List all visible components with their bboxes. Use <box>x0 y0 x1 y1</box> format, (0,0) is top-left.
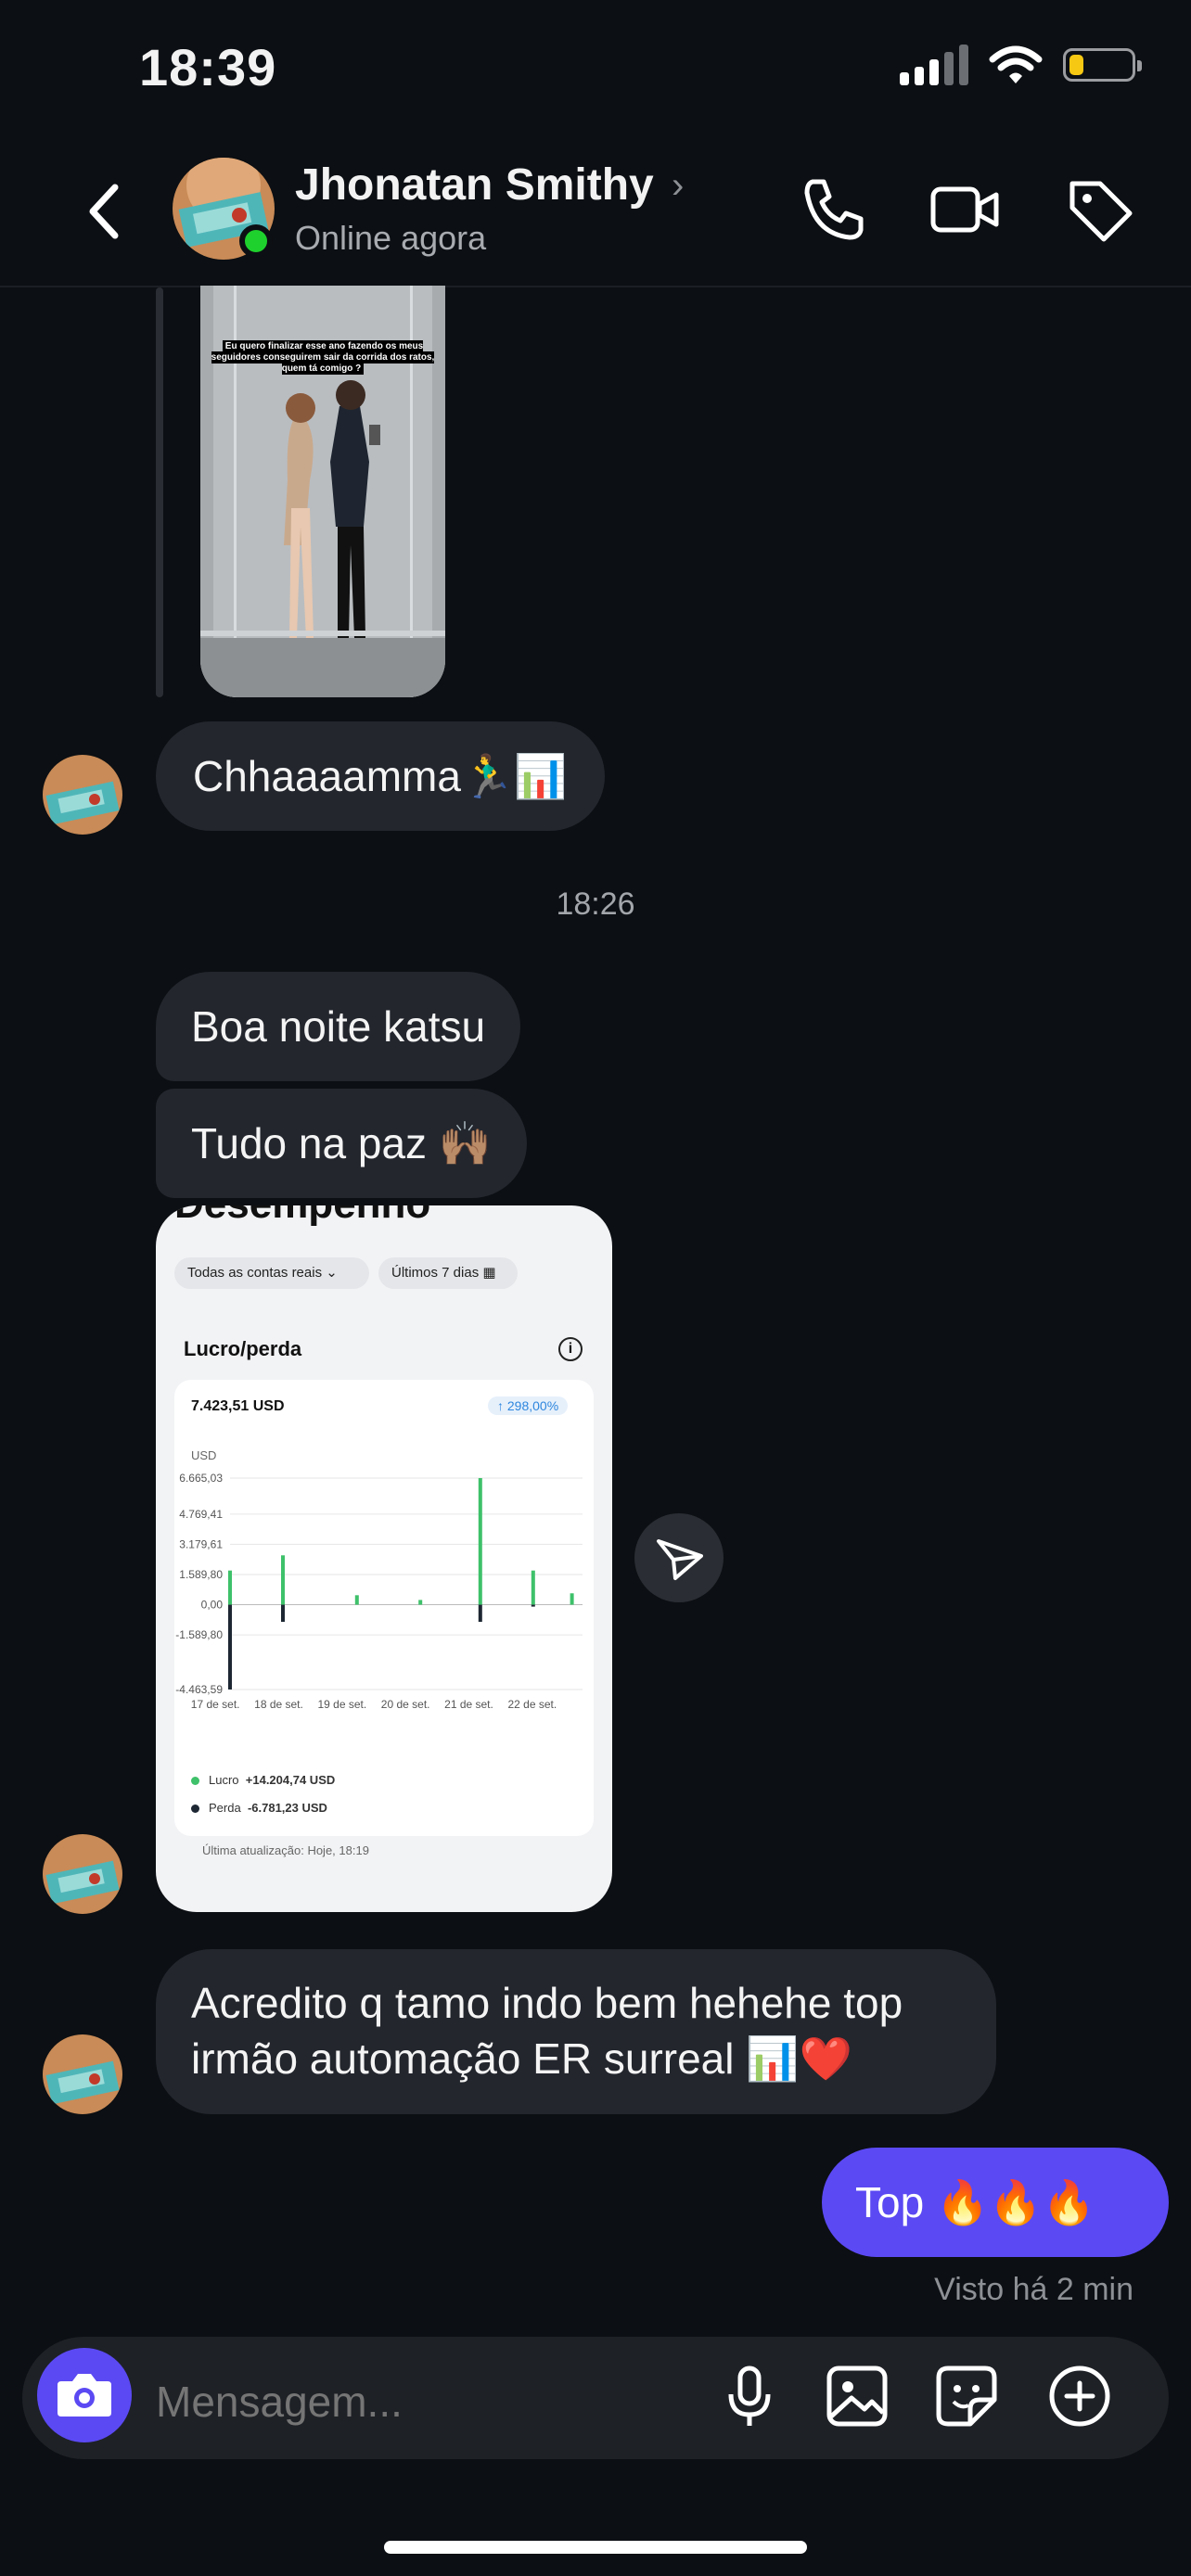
chart-card: 7.423,51 USD ↑ 298,00% USD 6.665,03 4.769… <box>174 1380 594 1836</box>
message-text-line: irmão automação ER surreal 📊❤️ <box>191 2034 852 2083</box>
cellular-signal-icon <box>900 45 968 85</box>
y-tick-label: 0,00 <box>201 1599 224 1612</box>
x-tick-label: 20 de set. <box>381 1698 430 1711</box>
message-bubble-incoming[interactable]: Chhaaaamma🏃‍♂️📊 <box>156 721 605 831</box>
message-bubble-outgoing[interactable]: Top 🔥🔥🔥 <box>822 2148 1169 2257</box>
message-input[interactable] <box>156 2374 675 2429</box>
message-bubble-incoming[interactable]: Acredito q tamo indo bem hehehe top irmã… <box>156 1949 996 2114</box>
seen-receipt: Visto há 2 min <box>934 2272 1133 2307</box>
battery-level <box>1069 55 1083 75</box>
legend-profit: Lucro +14.204,74 USD <box>191 1773 335 1787</box>
y-tick-label: -4.463,59 <box>175 1683 223 1696</box>
bar-lucro <box>418 1600 423 1605</box>
period-filter-chip: Últimos 7 dias ▦ <box>378 1257 518 1289</box>
wifi-icon <box>989 45 1043 83</box>
x-tick-label: 19 de set. <box>317 1698 366 1711</box>
legend-loss: Perda -6.781,23 USD <box>191 1801 327 1815</box>
bar-perda <box>281 1604 285 1622</box>
y-axis-unit: USD <box>191 1448 217 1462</box>
x-tick-label: 17 de set. <box>191 1698 240 1711</box>
status-time: 18:39 <box>139 38 277 96</box>
bar-lucro <box>570 1593 574 1605</box>
add-icon[interactable] <box>1044 2361 1115 2431</box>
info-icon: i <box>558 1337 583 1361</box>
story-reply-bar <box>156 287 163 697</box>
last-updated: Última atualização: Hoje, 18:19 <box>202 1843 369 1857</box>
sender-avatar[interactable] <box>43 755 122 835</box>
message-text-line: Acredito q tamo indo bem hehehe top <box>191 1979 903 2027</box>
accounts-filter-chip: Todas as contas reais ⌄ <box>174 1257 369 1289</box>
sticker-icon[interactable] <box>931 2361 1002 2431</box>
message-text: Tudo na paz 🙌🏽 <box>191 1119 493 1167</box>
camera-icon <box>58 2374 111 2417</box>
message-text: Top 🔥🔥🔥 <box>855 2178 1095 2226</box>
status-icons <box>900 45 1142 85</box>
contact-name[interactable]: Jhonatan Smithy <box>295 159 654 210</box>
chevron-right-icon[interactable]: › <box>672 165 684 207</box>
y-tick-label: 6.665,03 <box>179 1472 223 1485</box>
sender-avatar[interactable] <box>43 1834 122 1914</box>
x-tick-label: 18 de set. <box>254 1698 303 1711</box>
send-icon <box>657 1539 703 1580</box>
y-tick-label: 4.769,41 <box>179 1508 223 1521</box>
message-text: Chhaaaamma🏃‍♂️📊 <box>193 752 568 800</box>
message-bubble-incoming[interactable]: Tudo na paz 🙌🏽 <box>156 1089 528 1198</box>
story-caption: Eu quero finalizar esse ano fazendo os m… <box>211 340 435 375</box>
contact-status: Online agora <box>295 219 487 257</box>
bar-perda <box>531 1604 535 1607</box>
battery-icon <box>1063 48 1142 82</box>
tag-icon[interactable] <box>1063 172 1137 247</box>
camera-button[interactable] <box>37 2348 132 2442</box>
bar-lucro <box>281 1555 285 1605</box>
performance-title: Desempenho <box>174 1205 430 1228</box>
bar-perda <box>478 1604 482 1622</box>
share-button[interactable] <box>634 1513 724 1602</box>
online-status-dot <box>239 224 273 258</box>
change-badge: ↑ 298,00% <box>488 1396 569 1415</box>
sender-avatar[interactable] <box>43 2034 122 2114</box>
total-value: 7.423,51 USD <box>191 1398 285 1414</box>
home-indicator <box>384 2541 807 2554</box>
x-tick-label: 21 de set. <box>444 1698 493 1711</box>
section-title: Lucro/perda <box>184 1337 302 1360</box>
video-camera-icon[interactable] <box>928 172 1002 247</box>
gallery-icon[interactable] <box>822 2361 892 2431</box>
bar-lucro <box>228 1570 232 1605</box>
shared-image-performance[interactable]: Desempenho Todas as contas reais ⌄ Últim… <box>156 1205 612 1912</box>
message-timestamp: 18:26 <box>556 886 635 922</box>
message-bubble-incoming[interactable]: Boa noite katsu <box>156 972 521 1081</box>
y-tick-label: 1.589,80 <box>179 1568 223 1581</box>
profit-loss-chart: 6.665,03 4.769,41 3.179,61 1.589,80 0,00 -1.5… <box>175 1472 583 1711</box>
bar-lucro <box>354 1595 359 1605</box>
microphone-icon[interactable] <box>714 2361 785 2431</box>
story-thumbnail[interactable]: Eu quero finalizar esse ano fazendo os m… <box>200 286 445 697</box>
bar-lucro <box>478 1478 482 1605</box>
message-text: Boa noite katsu <box>191 1002 486 1051</box>
bar-perda <box>228 1604 232 1690</box>
back-chevron-icon[interactable] <box>74 174 139 249</box>
bar-lucro <box>531 1570 535 1605</box>
y-tick-label: -1.589,80 <box>175 1628 223 1641</box>
y-tick-label: 3.179,61 <box>179 1537 223 1550</box>
x-tick-label: 22 de set. <box>507 1698 557 1711</box>
phone-icon[interactable] <box>796 172 870 247</box>
